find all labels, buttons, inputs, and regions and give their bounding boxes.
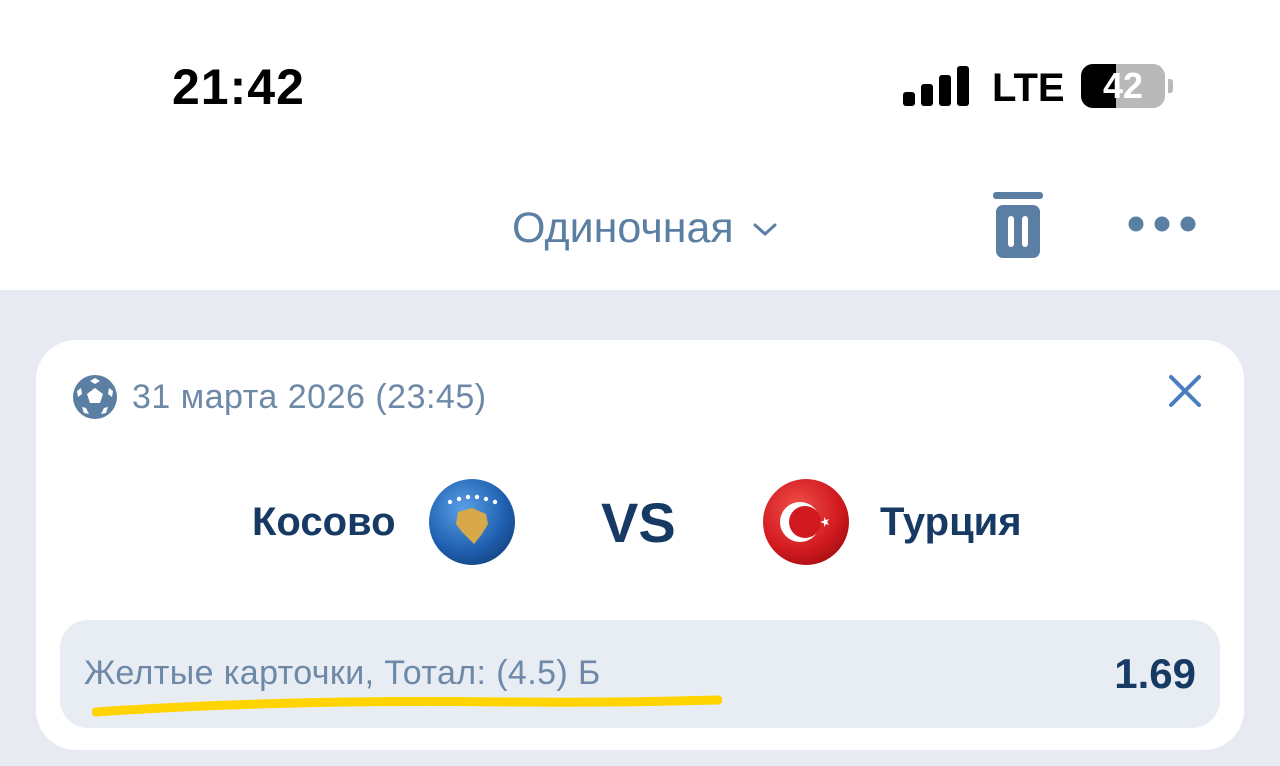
bet-type-label: Одиночная — [512, 203, 734, 252]
vs-label: VS — [601, 491, 676, 554]
match-meta: 31 марта 2026 (23:45) — [72, 374, 487, 420]
away-team-name: Турция — [880, 500, 1022, 544]
close-icon[interactable] — [1168, 374, 1202, 408]
bet-slip-content: 31 марта 2026 (23:45) Косово VS Турция Ж… — [0, 290, 1280, 766]
teams-row: Косово VS Турция — [36, 472, 1244, 572]
network-type: LTE — [992, 66, 1065, 110]
soccer-ball-icon — [73, 375, 117, 419]
match-date: 31 марта 2026 (23:45) — [132, 377, 487, 416]
home-team-name: Косово — [252, 500, 396, 544]
status-time: 21:42 — [172, 59, 305, 115]
highlight-underline — [92, 695, 722, 717]
bet-card: 31 марта 2026 (23:45) Косово VS Турция Ж… — [36, 340, 1244, 750]
bet-selection[interactable]: Желтые карточки, Тотал: (4.5) Б 1.69 — [60, 620, 1220, 728]
header: Одиночная — [0, 160, 1280, 290]
battery-icon: 42 — [1081, 64, 1173, 108]
status-bar: 21:42 LTE 42 — [0, 0, 1280, 160]
turkey-flag-icon — [763, 479, 849, 565]
bet-type-selector[interactable]: Одиночная — [512, 200, 778, 256]
chevron-down-icon — [753, 223, 777, 236]
odds-value: 1.69 — [1114, 650, 1196, 697]
battery-percent: 42 — [1102, 65, 1144, 106]
kosovo-flag-icon — [429, 479, 515, 565]
more-icon[interactable] — [1126, 212, 1198, 236]
trash-icon[interactable] — [993, 192, 1043, 258]
market-label: Желтые карточки, Тотал: (4.5) Б — [84, 654, 601, 692]
signal-icon — [903, 66, 969, 106]
